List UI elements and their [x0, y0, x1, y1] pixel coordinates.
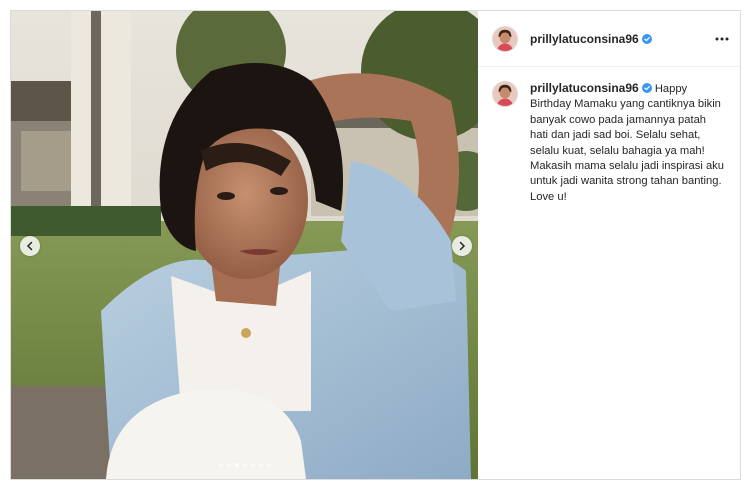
post-sidebar: prillylatuconsina96 prillylatuconsina96 …	[478, 11, 740, 479]
post-media[interactable]	[11, 11, 478, 479]
carousel-dot	[226, 463, 231, 467]
carousel-indicator	[11, 463, 478, 467]
next-photo-button[interactable]	[452, 236, 472, 256]
post-header: prillylatuconsina96	[478, 11, 740, 67]
instagram-post: prillylatuconsina96 prillylatuconsina96 …	[10, 10, 741, 480]
carousel-dot	[218, 463, 223, 467]
profile-avatar-icon	[493, 26, 517, 51]
carousel-dot	[250, 463, 255, 467]
previous-photo-button[interactable]	[20, 236, 40, 256]
chevron-right-icon	[459, 241, 466, 251]
author-avatar[interactable]	[492, 25, 518, 52]
carousel-dot	[266, 463, 271, 467]
verified-badge-icon	[641, 33, 652, 44]
chevron-left-icon	[26, 241, 33, 251]
carousel-dot	[234, 463, 239, 467]
caption-author-username[interactable]: prillylatuconsina96	[530, 81, 639, 95]
carousel-dot	[258, 463, 263, 467]
caption-text: Happy Birthday Mamaku yang cantiknya bik…	[530, 83, 725, 203]
caption-text-block: prillylatuconsina96 Happy Birthday Mamak…	[530, 81, 726, 205]
author-username[interactable]: prillylatuconsina96	[530, 32, 639, 46]
caption-comment: prillylatuconsina96 Happy Birthday Mamak…	[478, 67, 740, 205]
post-photo	[11, 11, 478, 479]
verified-badge-icon	[641, 83, 652, 93]
profile-avatar-icon	[493, 82, 517, 106]
carousel-dot	[242, 463, 247, 467]
caption-author-avatar[interactable]	[492, 81, 518, 107]
more-options-icon[interactable]	[714, 31, 730, 47]
